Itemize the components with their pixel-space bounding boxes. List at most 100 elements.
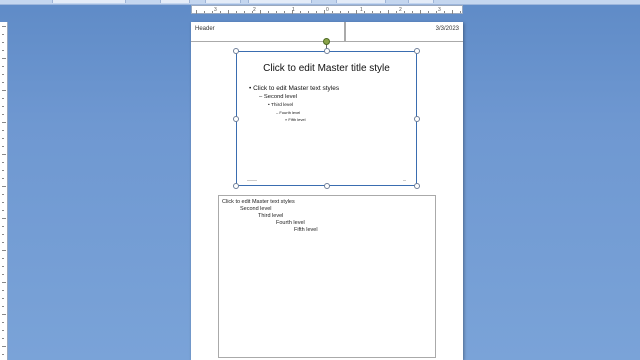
notes-page: Header 3/3/2023 Click to edit Master tit… [191, 22, 463, 360]
ruler-tick [436, 11, 437, 13]
ruler-tick [244, 11, 245, 13]
header-placeholder[interactable]: Header [191, 22, 345, 42]
notes-level-4: Fourth level [276, 220, 305, 226]
ruler-tick [404, 11, 405, 13]
rotation-handle[interactable] [323, 38, 330, 45]
ribbon-tab[interactable] [160, 0, 190, 3]
horizontal-ruler[interactable]: 3 2 1 0 1 2 3 [191, 5, 463, 14]
ribbon-tab[interactable] [336, 0, 386, 3]
slide-title: Click to edit Master title style [263, 63, 390, 74]
ruler-tick [2, 298, 4, 299]
ruler-tick [2, 226, 4, 227]
bullet-icon: • [249, 85, 252, 92]
ruler-tick [2, 354, 4, 355]
ruler-number: 1 [360, 7, 363, 13]
ruler-tick [284, 11, 285, 13]
bullet-icon: – [276, 110, 279, 115]
vertical-ruler[interactable] [0, 22, 8, 360]
ruler-tick [2, 98, 4, 99]
ruler-tick [412, 11, 413, 13]
slide-level-2-text: Second level [263, 94, 298, 100]
ruler-tick [2, 266, 4, 267]
ruler-tick [2, 330, 4, 331]
resize-handle-nw[interactable] [233, 48, 239, 54]
resize-handle-n[interactable] [324, 48, 330, 54]
ruler-tick [2, 74, 4, 75]
bullet-icon: – [259, 94, 263, 100]
notes-level-1: Click to edit Master text styles [222, 199, 295, 205]
ruler-tick [2, 130, 4, 131]
notes-level-2: Second level [240, 206, 272, 212]
slide-level-3-text: Third level [270, 103, 294, 108]
ruler-tick [396, 11, 397, 13]
ruler-tick [196, 10, 197, 14]
ruler-tick [2, 122, 6, 123]
ribbon-tab[interactable] [408, 0, 434, 3]
resize-handle-s[interactable] [324, 183, 330, 189]
ribbon-tab[interactable] [248, 0, 312, 3]
notes-level-5: Fifth level [294, 227, 318, 233]
ruler-tick [2, 154, 6, 155]
ruler-tick [2, 42, 4, 43]
ruler-tick [236, 11, 237, 13]
ruler-number: 3 [438, 7, 441, 13]
resize-handle-ne[interactable] [414, 48, 420, 54]
ruler-tick [2, 50, 4, 51]
ruler-tick [372, 11, 373, 13]
ruler-tick [260, 10, 261, 14]
ruler-tick [212, 11, 213, 13]
ruler-tick [316, 11, 317, 13]
ruler-tick [2, 162, 4, 163]
resize-handle-w[interactable] [233, 116, 239, 122]
resize-handle-se[interactable] [414, 183, 420, 189]
ruler-tick [2, 314, 6, 315]
resize-handle-sw[interactable] [233, 183, 239, 189]
notes-body-placeholder[interactable]: Click to edit Master text styles Second … [218, 195, 436, 358]
ruler-tick [252, 11, 253, 13]
resize-handle-e[interactable] [414, 116, 420, 122]
slide-level-1-text: Click to edit Master text styles [253, 85, 340, 92]
ruler-tick [2, 258, 4, 259]
ruler-tick [2, 274, 4, 275]
ruler-tick [444, 11, 445, 13]
ruler-tick [2, 186, 6, 187]
slide-image-placeholder[interactable]: Click to edit Master title style • Click… [236, 51, 417, 186]
slide-level-5-text: Fifth level [288, 117, 306, 122]
ruler-tick [2, 26, 6, 27]
ruler-tick [2, 66, 4, 67]
ruler-tick [2, 322, 4, 323]
slide-level-2: – Second level [249, 93, 339, 102]
ruler-tick [452, 10, 453, 14]
slide-level-3: • Third level [249, 102, 339, 109]
ruler-tick [276, 11, 277, 13]
slide-level-4: – Fourth level [249, 109, 339, 116]
ruler-tick [2, 90, 6, 91]
ruler-tick [364, 11, 365, 13]
ruler-tick [428, 11, 429, 13]
ruler-tick [2, 146, 4, 147]
ruler-tick [228, 10, 229, 14]
ruler-tick [332, 11, 333, 13]
ruler-tick [2, 114, 4, 115]
ruler-tick [324, 10, 325, 14]
slide-number-mark [403, 180, 406, 181]
ruler-tick [2, 170, 4, 171]
ribbon-tab[interactable] [205, 0, 241, 3]
ruler-tick [308, 11, 309, 13]
ruler-tick [2, 250, 6, 251]
ruler-tick [300, 11, 301, 13]
ruler-tick [348, 11, 349, 13]
ruler-number: 3 [214, 7, 217, 13]
date-placeholder[interactable]: 3/3/2023 [345, 22, 463, 42]
ruler-tick [2, 234, 4, 235]
slide-level-1: • Click to edit Master text styles [249, 84, 339, 93]
header-text: Header [195, 26, 215, 32]
notes-level-3: Third level [258, 213, 284, 219]
ruler-tick [2, 202, 4, 203]
slide-footer-mark [247, 180, 257, 181]
ruler-tick [2, 242, 4, 243]
ruler-tick [2, 58, 6, 59]
ruler-tick [2, 210, 4, 211]
ruler-tick [2, 138, 4, 139]
ribbon-tab[interactable] [52, 0, 126, 3]
